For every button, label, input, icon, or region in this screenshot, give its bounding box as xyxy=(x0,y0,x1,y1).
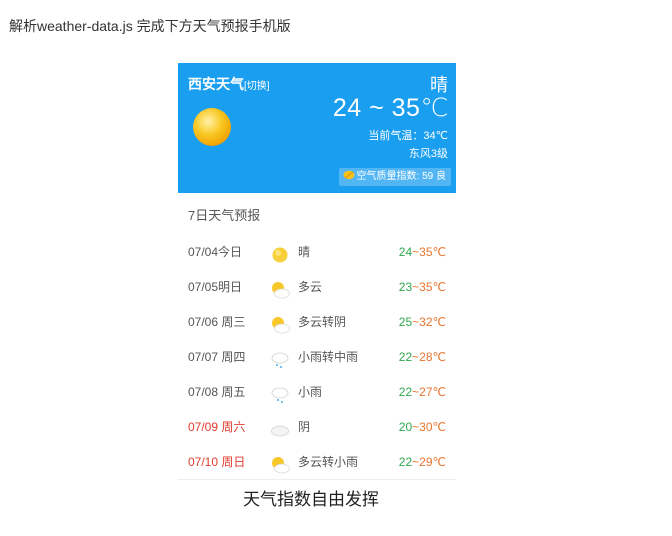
forecast-date: 07/05明日 xyxy=(188,280,243,294)
forecast-row: 07/05明日 多云 23~35℃ xyxy=(178,270,456,305)
forecast-range: 22~27℃ xyxy=(398,385,446,399)
aqi-text: 空气质量指数: 59 良 xyxy=(356,171,446,182)
forecast-range: 25~32℃ xyxy=(398,315,446,329)
forecast-desc: 阴 xyxy=(298,420,311,434)
partly-cloudy-icon xyxy=(270,278,290,299)
forecast-range: 23~35℃ xyxy=(398,280,446,294)
forecast-date: 07/08 周五 xyxy=(188,385,246,399)
page-heading: 解析weather-data.js 完成下方天气预报手机版 xyxy=(9,18,291,34)
aqi-badge[interactable]: 空气质量指数: 59 良 xyxy=(338,168,451,186)
partly-cloudy-icon xyxy=(270,313,290,334)
forecast-range: 22~29℃ xyxy=(398,455,446,469)
forecast-date: 07/04今日 xyxy=(188,245,243,259)
forecast-date: 07/09 周六 xyxy=(188,420,246,434)
sun-icon xyxy=(193,108,231,146)
forecast-date: 07/10 周日 xyxy=(188,455,246,469)
forecast-row: 07/06 周三 多云转阴 25~32℃ xyxy=(178,305,456,340)
leaf-icon xyxy=(343,170,355,180)
forecast-row: 07/09 周六 阴 20~30℃ xyxy=(178,410,456,445)
forecast-date: 07/06 周三 xyxy=(188,315,246,329)
forecast-range: 22~28℃ xyxy=(398,350,446,364)
current-temperature: 当前气温：34℃ xyxy=(368,130,448,142)
cloud-icon xyxy=(270,418,290,437)
forecast-row: 07/04今日 晴 24~35℃ xyxy=(178,235,456,270)
forecast-desc: 多云转阴 xyxy=(298,315,347,329)
rain-icon xyxy=(270,383,290,404)
partly-cloudy-icon xyxy=(270,453,290,474)
rain-icon xyxy=(270,348,290,369)
forecast-desc: 小雨 xyxy=(298,385,323,399)
wind-info: 东风3级 xyxy=(408,148,448,160)
forecast-list: 07/04今日 晴 24~35℃ 07/05明日 多云 23~35℃ 07/06… xyxy=(178,235,456,480)
forecast-row: 07/07 周四 小雨转中雨 22~28℃ xyxy=(178,340,456,375)
forecast-row: 07/08 周五 小雨 22~27℃ xyxy=(178,375,456,410)
forecast-desc: 多云转小雨 xyxy=(298,455,359,469)
city-title: 西安天气[切换] xyxy=(188,74,270,94)
weather-hero: 西安天气[切换] 晴 24 ~ 35℃ 当前气温：34℃ 东风3级 空气质量指数… xyxy=(178,63,456,193)
forecast-desc: 多云 xyxy=(298,280,323,294)
switch-city-link[interactable]: [切换] xyxy=(244,81,270,92)
weather-card: 西安天气[切换] 晴 24 ~ 35℃ 当前气温：34℃ 东风3级 空气质量指数… xyxy=(178,63,456,480)
temperature-range: 24 ~ 35℃ xyxy=(332,94,449,122)
sun-icon xyxy=(270,243,290,263)
forecast-title: 7日天气预报 xyxy=(188,208,261,223)
city-name: 西安天气 xyxy=(188,76,244,92)
forecast-row: 07/10 周日 多云转小雨 22~29℃ xyxy=(178,445,456,480)
forecast-desc: 小雨转中雨 xyxy=(298,350,359,364)
forecast-range: 20~30℃ xyxy=(398,420,446,434)
forecast-date: 07/07 周四 xyxy=(188,350,246,364)
forecast-desc: 晴 xyxy=(298,245,311,259)
forecast-range: 24~35℃ xyxy=(398,245,446,259)
footer-note: 天气指数自由发挥 xyxy=(243,490,379,509)
